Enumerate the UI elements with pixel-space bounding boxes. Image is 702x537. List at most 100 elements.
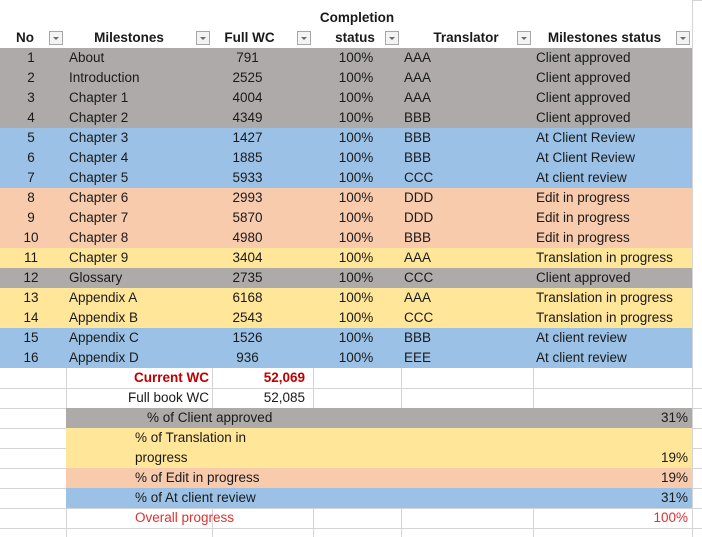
cell-translator[interactable]: CCC	[401, 168, 533, 188]
cell-full-wc[interactable]: 2525	[212, 68, 313, 88]
table-row[interactable]: 8 Chapter 6 2993 100% DDD Edit in progre…	[0, 188, 692, 208]
cell-full-wc[interactable]: 6168	[212, 288, 313, 308]
cell-no[interactable]: 11	[0, 248, 66, 268]
cell-full-wc[interactable]: 936	[212, 348, 313, 368]
cell-translator[interactable]: CCC	[401, 268, 533, 288]
cell-completion-status[interactable]: 100%	[313, 328, 401, 348]
filter-dropdown-icon[interactable]	[676, 31, 690, 45]
current-wc-value[interactable]: 52,069	[212, 368, 313, 388]
summary-at-client-review[interactable]: % of At client review 31%	[66, 488, 692, 508]
table-row[interactable]: 1 About 791 100% AAA Client approved	[0, 48, 692, 68]
summary-edit-in-progress[interactable]: % of Edit in progress 19%	[66, 468, 692, 488]
cell-full-wc[interactable]: 1885	[212, 148, 313, 168]
cell-no[interactable]: 12	[0, 268, 66, 288]
table-row[interactable]: 9 Chapter 7 5870 100% DDD Edit in progre…	[0, 208, 692, 228]
cell-milestone[interactable]: Appendix C	[66, 328, 212, 348]
cell-milestone-status[interactable]: Client approved	[533, 68, 692, 88]
cell-no[interactable]: 7	[0, 168, 66, 188]
cell-completion-status[interactable]: 100%	[313, 308, 401, 328]
cell-milestone-status[interactable]: Edit in progress	[533, 228, 692, 248]
cell-milestone[interactable]: Chapter 9	[66, 248, 212, 268]
cell-milestone[interactable]: Appendix D	[66, 348, 212, 368]
cell-full-wc[interactable]: 4004	[212, 88, 313, 108]
cell-milestone[interactable]: Chapter 7	[66, 208, 212, 228]
cell-completion-status[interactable]: 100%	[313, 288, 401, 308]
cell-no[interactable]: 10	[0, 228, 66, 248]
cell-translator[interactable]: BBB	[401, 128, 533, 148]
cell-translator[interactable]: AAA	[401, 68, 533, 88]
summary-translation-in-progress[interactable]: % of Translation in progress 19%	[66, 428, 692, 468]
table-row[interactable]: 11 Chapter 9 3404 100% AAA Translation i…	[0, 248, 692, 268]
cell-milestone-status[interactable]: Client approved	[533, 268, 692, 288]
full-book-wc-label[interactable]: Full book WC	[66, 388, 212, 408]
cell-completion-status[interactable]: 100%	[313, 48, 401, 68]
cell-translator[interactable]: AAA	[401, 88, 533, 108]
cell-no[interactable]: 2	[0, 68, 66, 88]
cell-completion-status[interactable]: 100%	[313, 148, 401, 168]
cell-translator[interactable]: BBB	[401, 108, 533, 128]
cell-no[interactable]: 9	[0, 208, 66, 228]
cell-full-wc[interactable]: 5870	[212, 208, 313, 228]
cell-milestone-status[interactable]: Translation in progress	[533, 288, 692, 308]
cell-no[interactable]: 6	[0, 148, 66, 168]
cell-milestone[interactable]: Appendix A	[66, 288, 212, 308]
filter-dropdown-icon[interactable]	[196, 31, 210, 45]
filter-dropdown-icon[interactable]	[385, 31, 399, 45]
cell-completion-status[interactable]: 100%	[313, 68, 401, 88]
cell-milestone-status[interactable]: At Client Review	[533, 128, 692, 148]
cell-completion-status[interactable]: 100%	[313, 108, 401, 128]
table-row[interactable]: 4 Chapter 2 4349 100% BBB Client approve…	[0, 108, 692, 128]
cell-full-wc[interactable]: 4980	[212, 228, 313, 248]
cell-milestone-status[interactable]: Translation in progress	[533, 248, 692, 268]
table-row[interactable]: 3 Chapter 1 4004 100% AAA Client approve…	[0, 88, 692, 108]
cell-milestone[interactable]: Chapter 2	[66, 108, 212, 128]
cell-translator[interactable]: CCC	[401, 308, 533, 328]
cell-full-wc[interactable]: 3404	[212, 248, 313, 268]
cell-milestone[interactable]: Chapter 4	[66, 148, 212, 168]
cell-translator[interactable]: BBB	[401, 328, 533, 348]
cell-milestone[interactable]: Introduction	[66, 68, 212, 88]
cell-completion-status[interactable]: 100%	[313, 248, 401, 268]
cell-milestone[interactable]: About	[66, 48, 212, 68]
cell-full-wc[interactable]: 791	[212, 48, 313, 68]
cell-translator[interactable]: DDD	[401, 208, 533, 228]
cell-milestone[interactable]: Chapter 3	[66, 128, 212, 148]
summary-overall-progress[interactable]: Overall progress 100%	[66, 508, 692, 528]
table-row[interactable]: 16 Appendix D 936 100% EEE At client rev…	[0, 348, 692, 368]
cell-no[interactable]: 3	[0, 88, 66, 108]
cell-completion-status[interactable]: 100%	[313, 348, 401, 368]
table-row[interactable]: 12 Glossary 2735 100% CCC Client approve…	[0, 268, 692, 288]
cell-full-wc[interactable]: 4349	[212, 108, 313, 128]
cell-full-wc[interactable]: 5933	[212, 168, 313, 188]
cell-completion-status[interactable]: 100%	[313, 88, 401, 108]
cell-full-wc[interactable]: 1526	[212, 328, 313, 348]
cell-full-wc[interactable]: 2735	[212, 268, 313, 288]
cell-milestone-status[interactable]: Edit in progress	[533, 208, 692, 228]
cell-no[interactable]: 1	[0, 48, 66, 68]
filter-dropdown-icon[interactable]	[49, 31, 63, 45]
table-row[interactable]: 13 Appendix A 6168 100% AAA Translation …	[0, 288, 692, 308]
table-row[interactable]: 14 Appendix B 2543 100% CCC Translation …	[0, 308, 692, 328]
table-row[interactable]: 6 Chapter 4 1885 100% BBB At Client Revi…	[0, 148, 692, 168]
cell-completion-status[interactable]: 100%	[313, 128, 401, 148]
cell-translator[interactable]: EEE	[401, 348, 533, 368]
cell-full-wc[interactable]: 2543	[212, 308, 313, 328]
cell-completion-status[interactable]: 100%	[313, 268, 401, 288]
current-wc-label[interactable]: Current WC	[66, 368, 212, 388]
cell-translator[interactable]: DDD	[401, 188, 533, 208]
cell-no[interactable]: 15	[0, 328, 66, 348]
cell-milestone-status[interactable]: Client approved	[533, 108, 692, 128]
summary-client-approved[interactable]: % of Client approved 31%	[66, 408, 692, 428]
cell-translator[interactable]: AAA	[401, 48, 533, 68]
full-book-wc-value[interactable]: 52,085	[212, 388, 313, 408]
cell-completion-status[interactable]: 100%	[313, 168, 401, 188]
cell-milestone-status[interactable]: At client review	[533, 348, 692, 368]
cell-no[interactable]: 16	[0, 348, 66, 368]
cell-no[interactable]: 5	[0, 128, 66, 148]
cell-completion-status[interactable]: 100%	[313, 188, 401, 208]
cell-milestone-status[interactable]: Translation in progress	[533, 308, 692, 328]
cell-completion-status[interactable]: 100%	[313, 228, 401, 248]
cell-no[interactable]: 4	[0, 108, 66, 128]
cell-milestone-status[interactable]: At Client Review	[533, 148, 692, 168]
cell-translator[interactable]: AAA	[401, 288, 533, 308]
